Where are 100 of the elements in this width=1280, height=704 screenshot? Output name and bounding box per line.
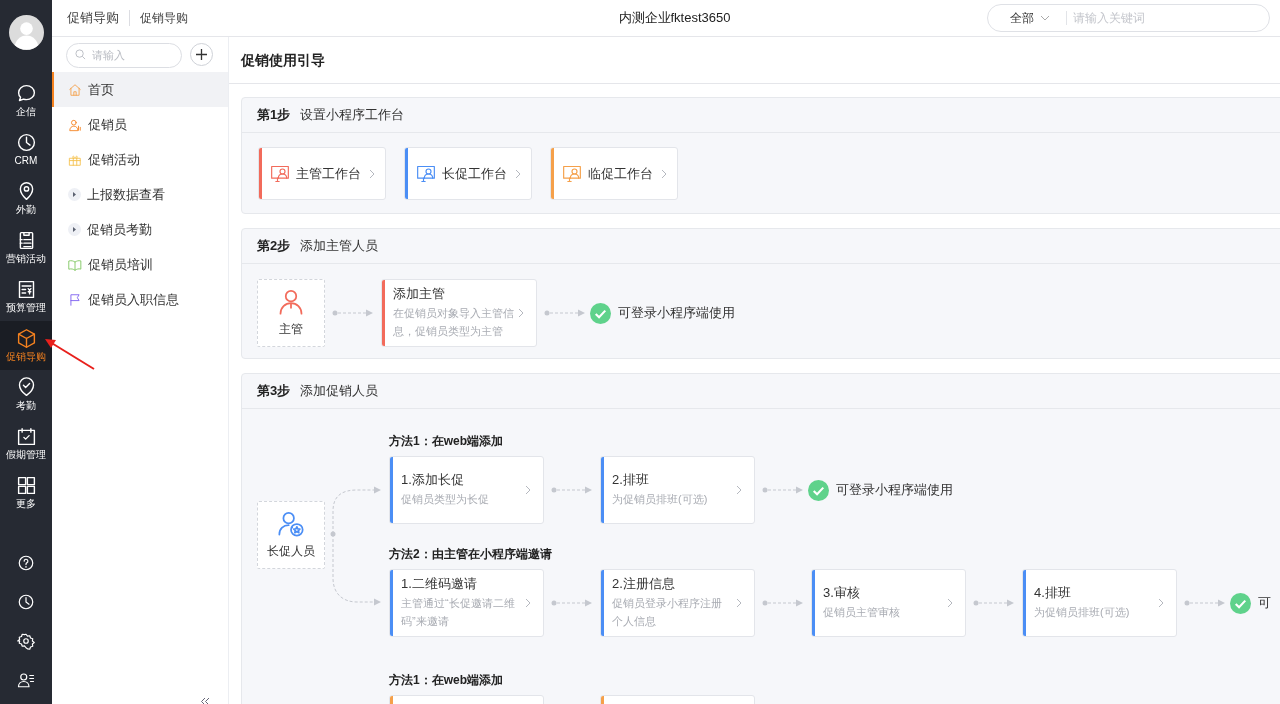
step-number: 第2步: [257, 237, 291, 256]
sidebar-item[interactable]: 促销员培训: [52, 247, 228, 282]
chevron-right-icon: [736, 598, 742, 608]
chat-icon: [15, 83, 37, 104]
role-label: 长促人员: [267, 543, 315, 560]
workbench-tile[interactable]: 长促工作台: [404, 147, 532, 200]
chevron-right-icon: [1158, 598, 1164, 608]
step-card-description: 主管通过“长促邀请二维码”来邀请: [401, 596, 516, 629]
result-text: 可登录小程序端使用: [618, 304, 735, 323]
workbench-tile[interactable]: 主管工作台: [258, 147, 386, 200]
tile-label: 主管工作台: [295, 164, 362, 183]
step-card[interactable]: 4.排班 为促销员排班(可选): [1022, 569, 1177, 637]
rail-item[interactable]: 促销导购: [0, 321, 52, 370]
monitor-person-icon: [561, 163, 583, 184]
caret-right-icon[interactable]: [68, 223, 81, 236]
flow-arrow: [332, 309, 374, 317]
help-icon[interactable]: [17, 553, 35, 572]
flow-arrow: [762, 486, 804, 494]
chevron-right-icon: [736, 485, 742, 495]
sidebar-item[interactable]: 促销活动: [52, 142, 228, 177]
step-card-description: 促销员登录小程序注册个人信息: [612, 596, 723, 629]
step-card[interactable]: 2.排班 为促销员排班(可选): [600, 456, 755, 524]
rail-item[interactable]: 考勤: [0, 370, 52, 419]
monitor-person-icon: [415, 163, 437, 184]
chevron-right-icon: [369, 168, 375, 179]
step-title: 设置小程序工作台: [300, 106, 405, 125]
step-card-description: 在促销员对象导入主管信息，促销员类型为主管: [393, 306, 514, 339]
settings-icon[interactable]: [17, 631, 35, 650]
chevron-right-icon: [661, 168, 667, 179]
step-title: 添加主管人员: [300, 237, 379, 256]
result-text: 可: [1258, 594, 1271, 613]
step-card[interactable]: 1.添加长促 促销员类型为长促: [389, 456, 544, 524]
breadcrumb-item[interactable]: 促销导购: [67, 8, 119, 28]
flow-arrow: [544, 309, 586, 317]
caret-right-icon[interactable]: [68, 188, 81, 201]
book-icon: [68, 257, 82, 272]
rail-item[interactable]: 预算管理: [0, 272, 52, 321]
role-label: 主管: [279, 321, 303, 338]
rail-item[interactable]: 营销活动: [0, 223, 52, 272]
search-field[interactable]: 请输入: [66, 42, 182, 68]
cube-icon: [15, 328, 37, 349]
annotation-arrow: [44, 337, 96, 371]
chevron-down-icon: [1040, 15, 1050, 21]
plus-icon: [196, 49, 207, 60]
user-list-icon[interactable]: [17, 670, 35, 689]
step-card-title: 3.审核: [823, 585, 861, 601]
step-card-title: 1.添加长促: [401, 472, 465, 488]
grid-icon: [15, 475, 37, 496]
sidebar-item[interactable]: 促销员入职信息: [52, 282, 228, 317]
company-title: 内测企业fktest3650: [618, 9, 731, 28]
sidebar-item[interactable]: 首页: [52, 72, 228, 107]
step-card[interactable]: 2.注册信息 促销员登录小程序注册个人信息: [600, 569, 755, 637]
method-heading: 方法1：在web端添加: [389, 433, 504, 449]
collapse-icon[interactable]: [200, 697, 210, 704]
chevron-right-icon: [525, 485, 531, 495]
step-title: 添加促销人员: [300, 382, 379, 401]
check-circle-icon: [808, 479, 829, 501]
sidebar-item[interactable]: 促销员: [52, 107, 228, 142]
clock-icon[interactable]: [17, 592, 35, 611]
clock-icon: [15, 132, 37, 153]
step-card-title: 1.二维码邀请: [401, 576, 478, 592]
breadcrumb-item[interactable]: 促销导购: [140, 9, 188, 27]
person-icon: [68, 117, 82, 132]
page-title: 促销使用引导: [241, 50, 325, 70]
rail-item[interactable]: 企信: [0, 76, 52, 125]
flow-arrow: [762, 599, 804, 607]
step-card-description: 促销员类型为长促: [401, 492, 490, 507]
chevron-right-icon: [525, 598, 531, 608]
step-number: 第3步: [257, 382, 291, 401]
rail-item[interactable]: CRM: [0, 125, 52, 174]
chevron-right-icon: [947, 598, 953, 608]
tile-label: 长促工作台: [441, 164, 508, 183]
workbench-tile[interactable]: 临促工作台: [550, 147, 678, 200]
check-circle-icon: [590, 302, 611, 324]
rail-item[interactable]: 假期管理: [0, 419, 52, 468]
search-scope-dropdown[interactable]: 全部: [1010, 9, 1050, 27]
check-circle-icon: [1230, 592, 1251, 614]
step-card[interactable]: 1.二维码邀请 主管通过“长促邀请二维码”来邀请: [389, 569, 544, 637]
method-heading: 方法1：在web端添加: [389, 672, 504, 688]
step-card[interactable]: 添加主管 在促销员对象导入主管信息，促销员类型为主管: [381, 279, 537, 347]
home-icon: [68, 82, 82, 97]
flag-icon: [68, 292, 82, 307]
avatar[interactable]: [8, 15, 44, 50]
person-star-icon: [277, 510, 305, 538]
monitor-person-icon: [269, 163, 291, 184]
person-icon: [277, 288, 305, 316]
rail-item[interactable]: 外勤: [0, 174, 52, 223]
flow-arrow: [1184, 599, 1226, 607]
step-card-description: 为促销员排班(可选): [1034, 605, 1131, 620]
step-card-title: 2.注册信息: [612, 576, 676, 592]
step-card[interactable]: 3.审核 促销员主管审核: [811, 569, 966, 637]
step-card-description: 促销员主管审核: [823, 605, 901, 620]
method-heading: 方法2：由主管在小程序端邀请: [389, 546, 553, 562]
step-card-description: 为促销员排班(可选): [612, 492, 709, 507]
rail-item[interactable]: 更多: [0, 468, 52, 517]
result-text: 可登录小程序端使用: [836, 481, 953, 500]
sidebar-item[interactable]: 促销员考勤: [52, 212, 228, 247]
chevron-right-icon: [518, 308, 524, 318]
sidebar-item[interactable]: 上报数据查看: [52, 177, 228, 212]
flow-arrow: [551, 486, 593, 494]
